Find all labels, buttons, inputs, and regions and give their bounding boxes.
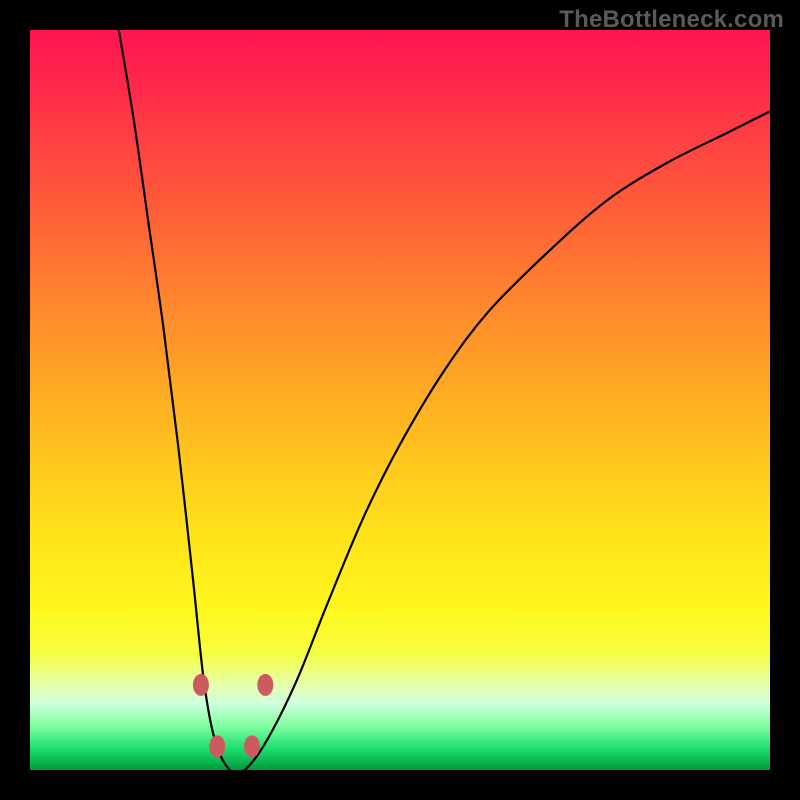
curve-layer [30, 30, 770, 770]
curve-marker [193, 674, 209, 696]
chart-frame: TheBottleneck.com [0, 0, 800, 800]
watermark-text: TheBottleneck.com [559, 6, 784, 34]
bottleneck-curve [119, 30, 770, 770]
curve-markers [193, 674, 273, 757]
curve-marker [257, 674, 273, 696]
plot-area [30, 30, 770, 770]
curve-marker [244, 735, 260, 757]
curve-marker [209, 735, 225, 757]
